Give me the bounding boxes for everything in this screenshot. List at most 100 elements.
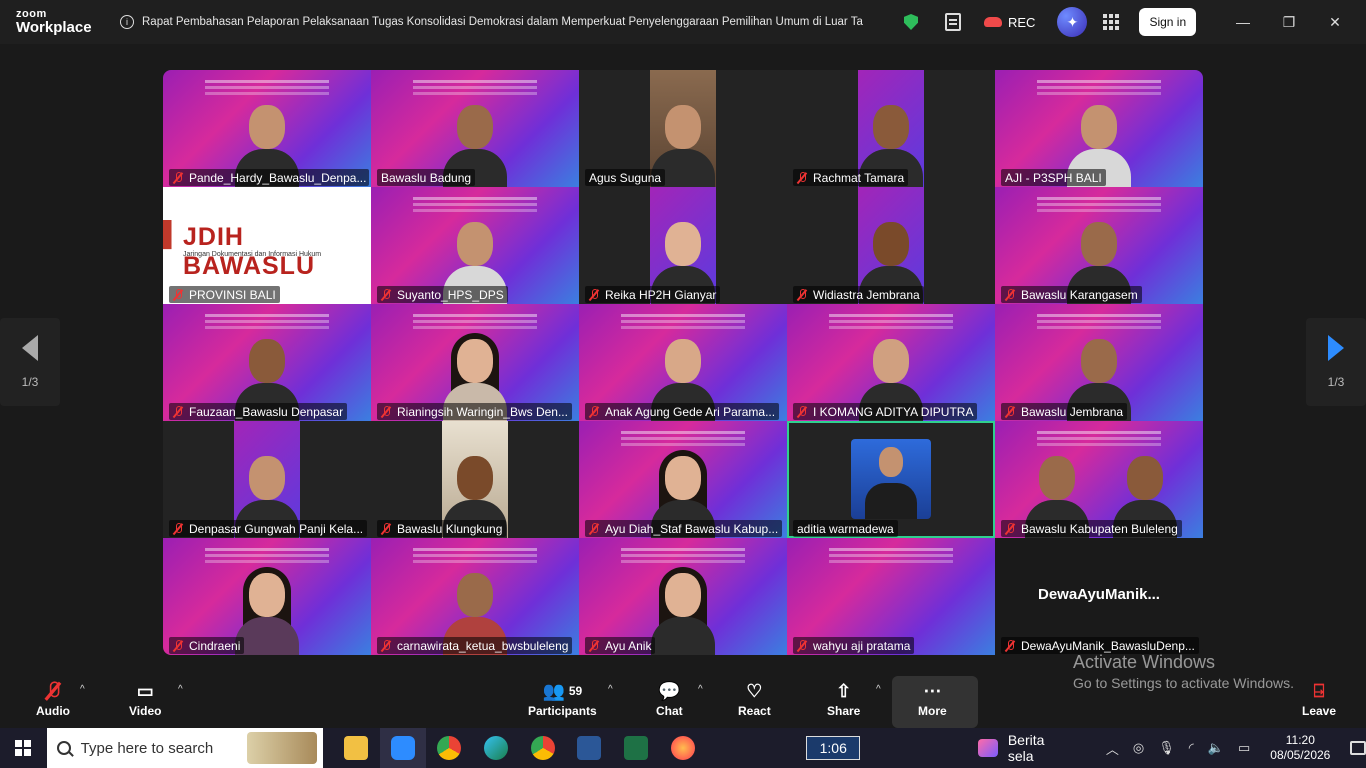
participant-tile[interactable]: ▌ JDIH BAWASLU Jaringan Dokumentasi dan … (163, 187, 371, 304)
participant-tile[interactable]: Cindraeni (163, 538, 371, 655)
participant-label: wahyu aji pratama (793, 637, 915, 654)
mic-muted-icon (381, 289, 391, 301)
participant-label: Pande_Hardy_Bawaslu_Denpa... (169, 169, 369, 186)
participants-icon: 👥 59 (542, 680, 583, 701)
mic-muted-icon (381, 523, 391, 535)
audio-button[interactable]: Audio (36, 678, 70, 718)
participant-tile[interactable]: I KOMANG ADITYA DIPUTRA (787, 304, 995, 421)
participant-tile[interactable]: Suyanto_HPS_DPS (371, 187, 579, 304)
meeting-info[interactable]: i Rapat Pembahasan Pelaporan Pelaksanaan… (120, 15, 880, 29)
participant-tile[interactable]: Denpasar Gungwah Panji Kela... (163, 421, 371, 538)
participant-tile[interactable]: Bawaslu Klungkung (371, 421, 579, 538)
excel-icon[interactable] (613, 728, 660, 768)
minimize-icon[interactable]: — (1220, 14, 1266, 31)
participant-label: PROVINSI BALI (169, 286, 280, 303)
video-button[interactable]: ▭ Video (129, 678, 161, 719)
mic-muted-icon (589, 640, 599, 652)
camera-icon[interactable]: ◎ (1133, 740, 1144, 756)
participant-tile[interactable]: Rianingsih Waringin_Bws Den... (371, 304, 579, 421)
edge-icon[interactable] (473, 728, 520, 768)
participants-options-caret-icon[interactable]: ^ (608, 684, 613, 695)
react-button[interactable]: ♡ React (738, 678, 771, 719)
file-explorer-icon[interactable] (333, 728, 380, 768)
next-page-button[interactable]: 1/3 (1306, 318, 1366, 406)
participant-tile[interactable]: Pande_Hardy_Bawaslu_Denpa... (163, 70, 371, 187)
prev-page-button[interactable]: 1/3 (0, 318, 60, 406)
mic-muted-icon (173, 289, 183, 301)
participant-tile-active-speaker[interactable]: aditia warmadewa (787, 421, 995, 538)
chrome-profile-icon[interactable] (519, 728, 566, 768)
participant-tile[interactable]: Reika HP2H Gianyar (579, 187, 787, 304)
zoom-app-icon[interactable] (379, 728, 427, 768)
participant-tile[interactable]: Bawaslu Karangasem (995, 187, 1203, 304)
news-label: Berita sela (1007, 732, 1045, 764)
jdih-subtitle: Jaringan Dokumentasi dan Informasi Hukum (183, 251, 322, 258)
react-label: React (738, 704, 771, 718)
timer-widget[interactable]: 1:06 (806, 736, 861, 760)
news-widget[interactable]: Berita sela (978, 732, 1071, 764)
search-icon (56, 741, 71, 755)
participant-name: Widiastra Jembrana (813, 288, 920, 302)
apps-grid-icon[interactable] (1103, 14, 1120, 30)
participant-name: wahyu aji pratama (813, 639, 911, 653)
mic-muted-icon (1005, 406, 1015, 418)
participant-name: Fauzaan_Bawaslu Denpasar (189, 405, 344, 419)
audio-options-caret-icon[interactable]: ^ (80, 684, 85, 695)
participant-tile[interactable]: Widiastra Jembrana (787, 187, 995, 304)
participant-name: Bawaslu Karangasem (1021, 288, 1138, 302)
participant-name: PROVINSI BALI (189, 288, 276, 302)
share-button[interactable]: ⇧ Share (827, 678, 860, 719)
more-label: More (918, 704, 947, 718)
participant-tile[interactable]: carnawirata_ketua_bwsbuleleng (371, 538, 579, 655)
share-options-caret-icon[interactable]: ^ (876, 684, 881, 695)
close-icon[interactable]: ✕ (1312, 14, 1358, 31)
brand-bottom: Workplace (16, 19, 92, 36)
ai-companion-icon[interactable]: ✦ (1057, 7, 1088, 37)
chat-options-caret-icon[interactable]: ^ (698, 684, 703, 695)
wifi-icon[interactable]: ◜ (1189, 740, 1194, 756)
participant-tile[interactable]: Rachmat Tamara (787, 70, 995, 187)
search-placeholder: Type here to search (80, 739, 214, 757)
maximize-icon[interactable]: ❐ (1266, 14, 1312, 31)
tray-expand-icon[interactable]: ︿ (1106, 739, 1119, 758)
participant-tile[interactable]: Agus Suguna (579, 70, 787, 187)
participant-name: Suyanto_HPS_DPS (397, 288, 504, 302)
video-options-caret-icon[interactable]: ^ (178, 684, 183, 695)
participant-tile[interactable]: Anak Agung Gede Ari Parama... (579, 304, 787, 421)
participant-name: Bawaslu Klungkung (397, 522, 503, 536)
participant-tile[interactable]: Fauzaan_Bawaslu Denpasar (163, 304, 371, 421)
notification-icon[interactable] (1350, 741, 1366, 755)
participant-tile[interactable]: Bawaslu Kabupaten Buleleng (995, 421, 1203, 538)
participant-tile[interactable]: DewaAyuManik... DewaAyuManik_BawasluDenp… (995, 538, 1203, 655)
info-icon[interactable]: i (120, 15, 134, 29)
firefox-icon[interactable] (659, 728, 706, 768)
document-icon[interactable] (942, 11, 964, 33)
participant-tile[interactable]: Bawaslu Jembrana (995, 304, 1203, 421)
participants-button[interactable]: 👥 59 Participants (528, 678, 597, 719)
chrome-icon[interactable] (426, 728, 473, 768)
participant-tile[interactable]: AJI - P3SPH BALI (995, 70, 1203, 187)
participant-tile[interactable]: Ayu Anik (579, 538, 787, 655)
participant-tile[interactable]: wahyu aji pratama (787, 538, 995, 655)
battery-icon[interactable]: ▭ (1238, 740, 1250, 756)
chat-label: Chat (656, 704, 683, 718)
encryption-shield-icon[interactable] (900, 11, 922, 33)
word-icon[interactable] (566, 728, 613, 768)
chat-button[interactable]: 💬 Chat (656, 678, 683, 719)
recording-indicator[interactable]: REC (984, 15, 1035, 30)
volume-icon[interactable]: 🔈 (1208, 740, 1224, 756)
leave-label: Leave (1302, 704, 1337, 718)
mic-muted-icon (1005, 289, 1015, 301)
start-button[interactable] (0, 740, 47, 756)
system-clock[interactable]: 11:20 08/05/2026 (1266, 733, 1334, 763)
sign-in-button[interactable]: Sign in (1139, 8, 1197, 36)
leave-button[interactable]: ⍈ Leave (1302, 678, 1337, 719)
jdih-logo-icon: ▌ (163, 221, 181, 248)
taskbar-search-input[interactable]: Type here to search (46, 728, 323, 768)
mic-muted-icon (1005, 640, 1015, 652)
participant-tile[interactable]: Bawaslu Badung (371, 70, 579, 187)
participant-tile[interactable]: Ayu Diah_Staf Bawaslu Kabup... (579, 421, 787, 538)
microphone-icon[interactable]: 🎙 (1158, 740, 1175, 756)
more-button[interactable]: ⋯ More (918, 678, 947, 719)
participant-label: Denpasar Gungwah Panji Kela... (169, 520, 368, 537)
